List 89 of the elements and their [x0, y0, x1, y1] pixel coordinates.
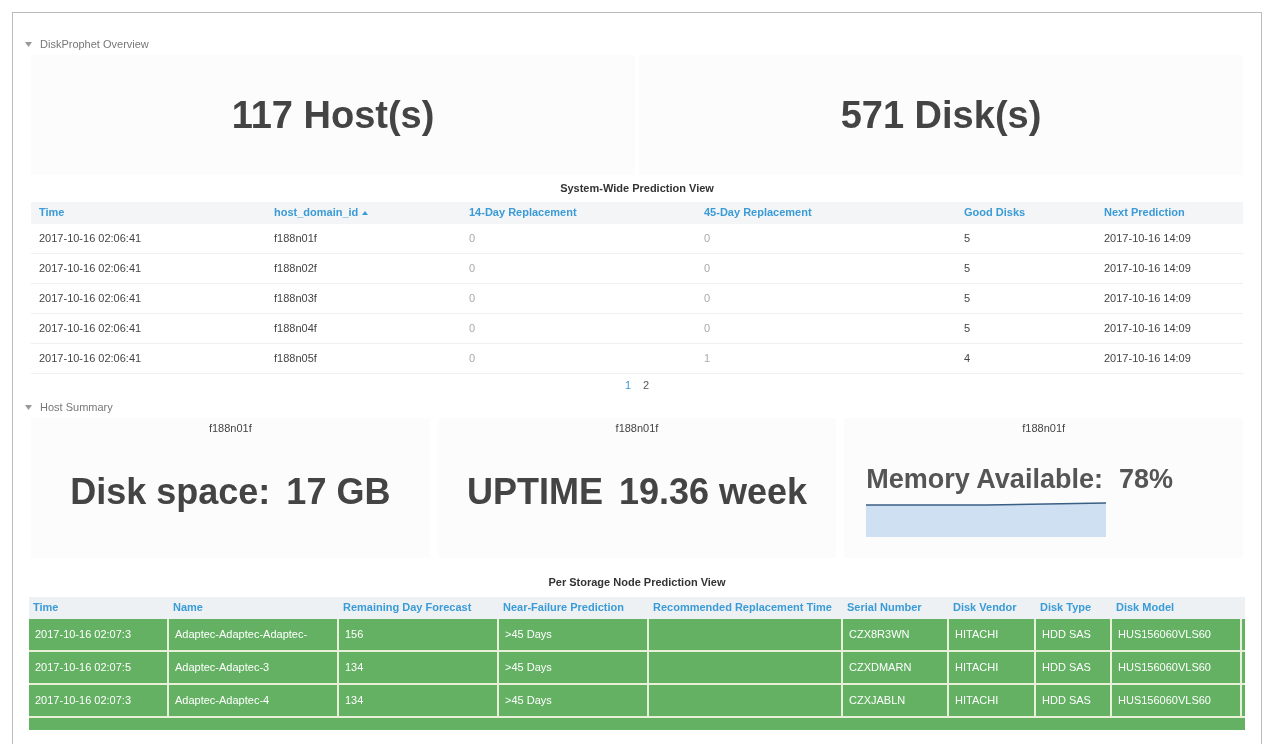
table-cell-text: f188n05f — [274, 350, 318, 366]
section-title[interactable]: Host Summary — [40, 398, 113, 416]
caret-icon[interactable] — [25, 404, 32, 410]
table-cell-text: 0 — [704, 230, 712, 246]
metric-label: Memory Available: — [866, 462, 1103, 496]
column-header[interactable]: Remaining Day Forecast — [339, 599, 499, 616]
table-cell-text: HITACHI — [955, 692, 999, 708]
metric-label: UPTIME — [466, 469, 603, 514]
column-header[interactable]: Disk Vendor — [949, 599, 1036, 616]
table-cell-text: 0 — [469, 290, 477, 306]
column-header[interactable]: Next Prediction — [1104, 204, 1235, 221]
table-cell-text: HDD SAS — [1042, 659, 1091, 675]
column-header[interactable]: Disk Type — [1036, 599, 1112, 616]
metric-value: 19.36 week — [618, 469, 808, 514]
table-cell-text: 2017-10-16 02:06:41 — [39, 350, 143, 366]
table-cell-text: 4 — [964, 350, 972, 366]
table-cell-text: 2017-10-16 02:07:3 — [35, 626, 132, 642]
table-cell-text: f188n02f — [274, 260, 318, 276]
table-cell-text: 2017-10-16 14:09 — [1104, 320, 1192, 336]
table-cell-text: 5 — [964, 320, 972, 336]
table-cell-text: CZXJABLN — [849, 692, 906, 708]
table-cell-text: HDD SAS — [1042, 692, 1091, 708]
stat-value: 117 Host(s) — [231, 92, 435, 138]
column-header[interactable]: 14-Day Replacement — [469, 204, 704, 221]
metric-value: 78% — [1118, 462, 1173, 496]
column-header[interactable]: 45-Day Replacement — [704, 204, 964, 221]
table-cell-text: 2017-10-16 02:06:41 — [39, 290, 143, 306]
table-cell-text: 1 — [704, 350, 712, 366]
table-cell-text: 0 — [704, 320, 712, 336]
table-cell-text: 5 — [964, 230, 972, 246]
table-cell-text: >45 Days — [505, 659, 552, 675]
table-cell-text: HUS156060VLS60 — [1118, 692, 1211, 708]
table-cell-text: >45 Days — [505, 692, 552, 708]
column-header[interactable]: Name — [169, 599, 339, 616]
table-cell-text: HUS156060VLS60 — [1118, 626, 1211, 642]
table-cell-text: 0 — [704, 290, 712, 306]
table-cell-text: 156 — [345, 626, 364, 642]
table-cell-text: CZX8R3WN — [849, 626, 910, 642]
section-title[interactable]: DiskProphet Overview — [40, 35, 149, 53]
table-cell-text: 0 — [469, 260, 477, 276]
table-cell-text: HITACHI — [955, 626, 999, 642]
table-cell-text: 2017-10-16 14:09 — [1104, 350, 1192, 366]
table-cell-text: 134 — [345, 692, 364, 708]
page-link[interactable]: 2 — [643, 376, 650, 393]
metric-value: 17 GB — [286, 469, 391, 514]
table-cell-text: 2017-10-16 14:09 — [1104, 260, 1192, 276]
table-cell-text: 2017-10-16 14:09 — [1104, 230, 1192, 246]
table-cell-text: 5 — [964, 260, 972, 276]
table-cell-text: Adaptec-Adaptec-Adaptec- — [175, 626, 308, 642]
table-cell-text: 2017-10-16 02:06:41 — [39, 320, 143, 336]
table-title: System-Wide Prediction View — [560, 181, 714, 196]
sort-icon[interactable] — [362, 211, 369, 216]
table-cell-text: 2017-10-16 14:09 — [1104, 290, 1192, 306]
table-cell-text: 134 — [345, 659, 364, 675]
column-header[interactable]: Time — [39, 204, 274, 221]
column-header[interactable]: host_domain_id — [274, 204, 469, 221]
column-header[interactable]: Near-Failure Prediction — [499, 599, 649, 616]
table-cell-text: 0 — [469, 230, 477, 246]
table-cell-text: f188n04f — [274, 320, 318, 336]
page-link[interactable]: 1 — [624, 376, 631, 393]
host-label: f188n01f — [1022, 421, 1066, 436]
column-header[interactable]: Recommended Replacement Time — [649, 599, 843, 616]
table-cell-text: 0 — [704, 260, 712, 276]
stat-value: 571 Disk(s) — [840, 92, 1042, 138]
table-cell-text: 2017-10-16 02:06:41 — [39, 260, 143, 276]
table-cell-text: 2017-10-16 02:07:3 — [35, 692, 132, 708]
host-label: f188n01f — [615, 421, 659, 436]
column-header[interactable]: Good Disks — [964, 204, 1104, 221]
table-cell-text: 5 — [964, 290, 972, 306]
table-cell-text: 2017-10-16 02:06:41 — [39, 230, 143, 246]
table-cell-text: Adaptec-Adaptec-3 — [175, 659, 270, 675]
column-header[interactable]: Serial Number — [843, 599, 949, 616]
host-label: f188n01f — [208, 421, 252, 436]
table-cell-text: f188n01f — [274, 230, 318, 246]
table-cell-text: HDD SAS — [1042, 626, 1091, 642]
table-cell-text: 2017-10-16 02:07:5 — [35, 659, 132, 675]
table-cell-text: >45 Days — [505, 626, 552, 642]
caret-icon[interactable] — [25, 41, 32, 47]
table-cell-text: Adaptec-Adaptec-4 — [175, 692, 270, 708]
table-cell-text: 0 — [469, 350, 477, 366]
table-cell-text: HUS156060VLS60 — [1118, 659, 1211, 675]
table-title: Per Storage Node Prediction View — [548, 575, 726, 590]
column-header[interactable]: Disk Model — [1112, 599, 1242, 616]
column-header[interactable]: Time — [29, 599, 169, 616]
table-cell-text: f188n03f — [274, 290, 318, 306]
table-cell-text: HITACHI — [955, 659, 999, 675]
table-cell-text: CZXDMARN — [849, 659, 912, 675]
metric-label: Disk space: — [70, 469, 271, 514]
table-cell-text: 0 — [469, 320, 477, 336]
